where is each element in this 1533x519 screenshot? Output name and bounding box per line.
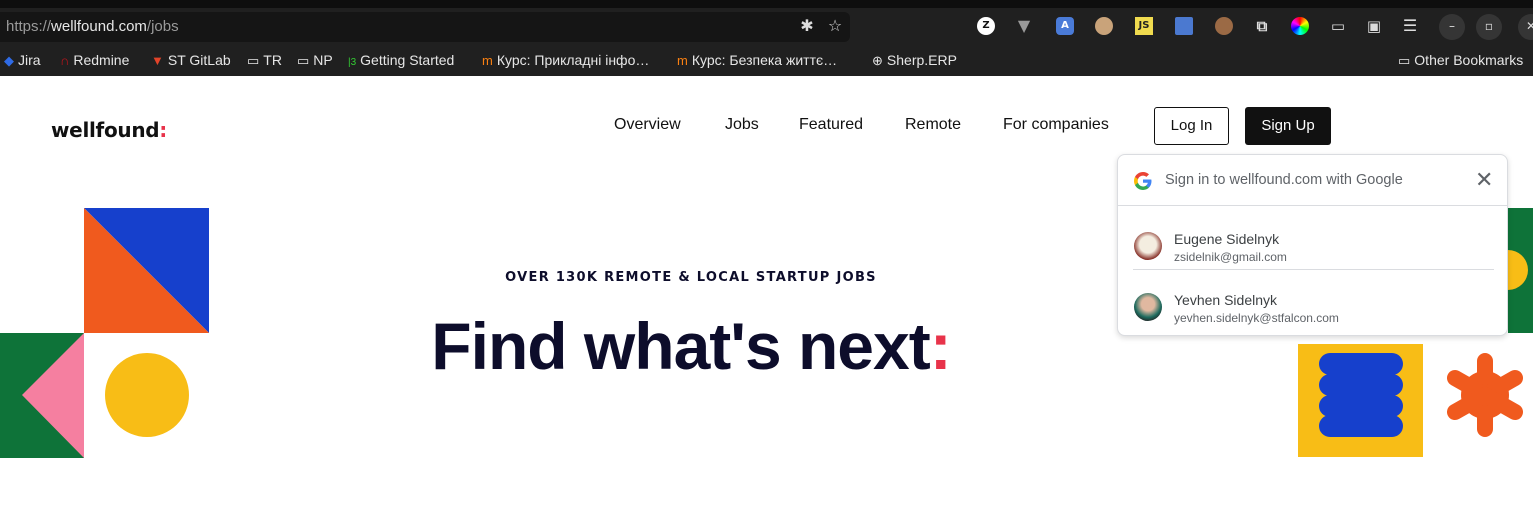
account-name: Yevhen Sidelnyk: [1174, 292, 1278, 308]
cookie-extension-icon[interactable]: [1215, 17, 1233, 35]
url-host: wellfound.com: [51, 18, 147, 35]
save-extension-icon[interactable]: [1175, 17, 1193, 35]
account-item[interactable]: Eugene Sidelnyk zsidelnik@gmail.com: [1118, 214, 1507, 274]
gitlab-icon: ▼: [151, 53, 164, 68]
avatar: [1134, 232, 1162, 260]
folder-icon: ▭: [297, 53, 310, 68]
bug-icon[interactable]: ✱: [796, 16, 818, 35]
bookmarks-bar: ◆ Jira ∩ Redmine ▼ ST GitLab ▭ TR ▭ NP |3 Gett…: [0, 44, 1533, 76]
account-name: Eugene Sidelnyk: [1174, 231, 1280, 247]
color-picker-icon[interactable]: [1291, 17, 1309, 35]
bookmark-redmine[interactable]: ∩ Redmine: [60, 52, 129, 68]
hero-colon: :: [929, 309, 952, 383]
nav-overview[interactable]: Overview: [614, 116, 681, 134]
avatar: [1134, 293, 1162, 321]
bookmark-label: Redmine: [73, 52, 130, 68]
logo-text: wellfound: [51, 118, 160, 142]
google-icon: [1134, 172, 1152, 190]
orange-star-shape: [1447, 353, 1523, 437]
nav-featured[interactable]: Featured: [799, 116, 863, 134]
bookmark-label: Other Bookmarks: [1414, 52, 1524, 68]
url-path: /jobs: [146, 18, 179, 35]
moodle-icon: m: [482, 53, 493, 68]
bookmark-course-2[interactable]: m Курс: Безпека життє…: [677, 52, 837, 68]
address-bar[interactable]: https://wellfound.com/jobs: [0, 12, 850, 42]
maximize-button[interactable]: ▫: [1476, 14, 1502, 40]
logo-colon: :: [159, 118, 167, 142]
z-extension-icon[interactable]: Z: [977, 17, 995, 35]
container-icon[interactable]: ▣: [1365, 17, 1383, 35]
popup-title: Sign in to wellfound.com with Google: [1165, 172, 1403, 188]
account-item[interactable]: Yevhen Sidelnyk yevhen.sidelnyk@stfalcon…: [1118, 275, 1507, 335]
bookmark-jira[interactable]: ◆ Jira: [4, 52, 41, 69]
login-button[interactable]: Log In: [1154, 107, 1229, 145]
redmine-icon: ∩: [60, 53, 70, 68]
nav-remote[interactable]: Remote: [905, 116, 961, 134]
google-signin-popup: Sign in to wellfound.com with Google ✕ E…: [1117, 154, 1508, 336]
bookmark-label: Курс: Прикладні інфо…: [496, 52, 650, 68]
signup-button[interactable]: Sign Up: [1245, 107, 1331, 145]
bookmark-label: NP: [313, 52, 333, 68]
divider: [1118, 205, 1507, 206]
window-top-strip: [0, 0, 1533, 8]
bookmark-label: ST GitLab: [167, 52, 231, 68]
terminal-icon: |3: [348, 57, 357, 68]
bookmark-course-1[interactable]: m Курс: Прикладні інфо…: [482, 52, 649, 68]
bookmark-label: TR: [263, 52, 282, 68]
bookmark-gitlab[interactable]: ▼ ST GitLab: [151, 52, 231, 68]
menu-icon[interactable]: ☰: [1401, 17, 1419, 35]
nav-for-companies[interactable]: For companies: [1003, 116, 1109, 134]
folder-icon: ▭: [1398, 53, 1411, 68]
account-email: zsidelnik@gmail.com: [1174, 250, 1287, 264]
globe-icon: ⊕: [872, 53, 883, 68]
vue-devtools-icon[interactable]: ▼: [1015, 17, 1033, 35]
wellfound-logo[interactable]: wellfound:: [51, 118, 167, 142]
nav-jobs[interactable]: Jobs: [725, 116, 759, 134]
bookmark-label: Курс: Безпека життє…: [691, 52, 838, 68]
folder-icon: ▭: [247, 53, 260, 68]
bookmark-sherp[interactable]: ⊕ Sherp.ERP: [872, 52, 957, 69]
jira-icon: ◆: [4, 53, 14, 68]
star-icon[interactable]: ☆: [824, 16, 846, 35]
bookmark-folder-tr[interactable]: ▭ TR: [247, 52, 282, 69]
close-icon[interactable]: ✕: [1475, 167, 1493, 193]
bookmark-folder-np[interactable]: ▭ NP: [297, 52, 333, 69]
bookmark-label: Sherp.ERP: [886, 52, 957, 68]
bookmark-label: Getting Started: [360, 52, 455, 68]
bookmark-label: Jira: [18, 52, 41, 68]
owl-extension-icon[interactable]: [1095, 17, 1113, 35]
sidebar-icon[interactable]: ▭: [1329, 17, 1347, 35]
minimize-button[interactable]: –: [1439, 14, 1465, 40]
account-email: yevhen.sidelnyk@stfalcon.com: [1174, 311, 1339, 325]
puzzle-extensions-icon[interactable]: ⧉: [1253, 17, 1271, 35]
translate-icon[interactable]: A: [1056, 17, 1074, 35]
divider: [1133, 269, 1494, 270]
url-scheme: https://: [6, 18, 52, 35]
bookmark-getting-started[interactable]: |3 Getting Started: [348, 52, 454, 68]
other-bookmarks[interactable]: ▭ Other Bookmarks: [1398, 52, 1523, 69]
moodle-icon: m: [677, 53, 688, 68]
js-extension-icon[interactable]: JS: [1135, 17, 1153, 35]
hero-text: Find what's next: [431, 309, 930, 383]
